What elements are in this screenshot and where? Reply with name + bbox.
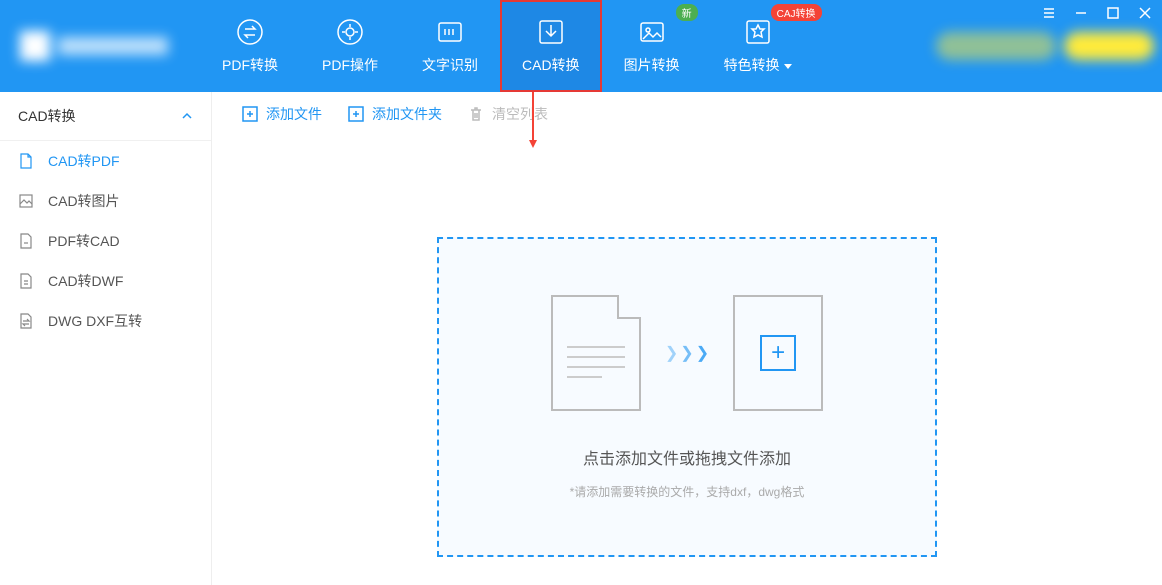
minimize-button[interactable] [1072,4,1090,22]
add-folder-button[interactable]: 添加文件夹 [348,104,442,124]
header-right [936,0,1162,60]
body-area: CAD转换 CAD转PDF CAD转图片 PDF转CAD [0,92,1162,585]
vip-info [936,32,1056,60]
nav-tab-label: CAD转换 [522,55,580,75]
tool-label: 添加文件 [266,104,322,124]
plus-box-icon [348,106,364,122]
toolbar: 添加文件 添加文件夹 清空列表 [212,92,1162,137]
sidebar-item-pdf-to-cad[interactable]: PDF转CAD [0,221,211,261]
vip-area [936,32,1154,60]
drop-subtitle: *请添加需要转换的文件，支持dxf，dwg格式 [570,483,805,500]
sidebar: CAD转换 CAD转PDF CAD转图片 PDF转CAD [0,92,212,585]
pdf-file-icon [18,153,34,169]
arrows-icon: ❯❯❯ [665,343,709,363]
nav-tab-pdf-convert[interactable]: PDF转换 [200,0,300,92]
drop-area[interactable]: ❯❯❯ + 点击添加文件或拖拽文件添加 *请添加需要转换的文件，支持dxf，dw… [437,237,937,557]
cad-icon [536,17,566,47]
sidebar-item-label: DWG DXF互转 [48,311,142,331]
drop-title: 点击添加文件或拖拽文件添加 [583,445,791,469]
sidebar-title: CAD转换 [18,106,76,126]
sidebar-item-dwg-dxf[interactable]: DWG DXF互转 [0,301,211,341]
tool-label: 清空列表 [492,104,548,124]
chevron-up-icon [181,110,193,122]
sidebar-item-cad-to-pdf[interactable]: CAD转PDF [0,141,211,181]
gear-icon [335,17,365,47]
nav-tab-label: PDF操作 [322,55,378,75]
annotation-arrow [532,92,534,142]
trash-icon [468,106,484,122]
badge-new: 新 [676,4,698,21]
logo-area [0,0,200,92]
plus-box-icon [242,106,258,122]
sidebar-item-cad-to-image[interactable]: CAD转图片 [0,181,211,221]
drop-graphic: ❯❯❯ + [551,295,823,411]
sidebar-item-label: PDF转CAD [48,231,120,251]
image-file-icon [18,193,34,209]
nav-tab-ocr[interactable]: 文字识别 [400,0,500,92]
nav-tab-pdf-operate[interactable]: PDF操作 [300,0,400,92]
chevron-down-icon [784,64,792,69]
tool-label: 添加文件夹 [372,104,442,124]
clear-list-button[interactable]: 清空列表 [468,104,548,124]
nav-tab-image-convert[interactable]: 新 图片转换 [602,0,702,92]
nav-tab-label: 文字识别 [422,55,478,75]
main-area: 添加文件 添加文件夹 清空列表 [212,92,1162,585]
maximize-button[interactable] [1104,4,1122,22]
star-icon [743,17,773,47]
cad-file-icon [18,233,34,249]
nav-tab-label: 特色转换 [724,55,792,75]
sidebar-item-label: CAD转DWF [48,271,123,291]
ocr-icon [435,17,465,47]
vip-button[interactable] [1064,32,1154,60]
nav-tabs: PDF转换 PDF操作 文字识别 CAD转换 新 [200,0,826,92]
nav-tab-cad-convert[interactable]: CAD转换 [500,0,602,92]
window-controls [1040,4,1154,22]
swap-file-icon [18,313,34,329]
add-target-icon: + [733,295,823,411]
nav-tab-label: 图片转换 [624,55,680,75]
add-file-button[interactable]: 添加文件 [242,104,322,124]
document-icon [551,295,641,411]
app-header: PDF转换 PDF操作 文字识别 CAD转换 新 [0,0,1162,92]
sidebar-header[interactable]: CAD转换 [0,92,211,141]
sidebar-item-label: CAD转PDF [48,151,120,171]
nav-tab-label: PDF转换 [222,55,278,75]
swap-icon [235,17,265,47]
close-button[interactable] [1136,4,1154,22]
dwf-file-icon [18,273,34,289]
menu-icon[interactable] [1040,4,1058,22]
sidebar-item-cad-to-dwf[interactable]: CAD转DWF [0,261,211,301]
sidebar-item-label: CAD转图片 [48,191,120,211]
nav-tab-special-convert[interactable]: CAJ转换 特色转换 [702,0,826,92]
badge-caj: CAJ转换 [771,4,822,21]
image-icon [637,17,667,47]
